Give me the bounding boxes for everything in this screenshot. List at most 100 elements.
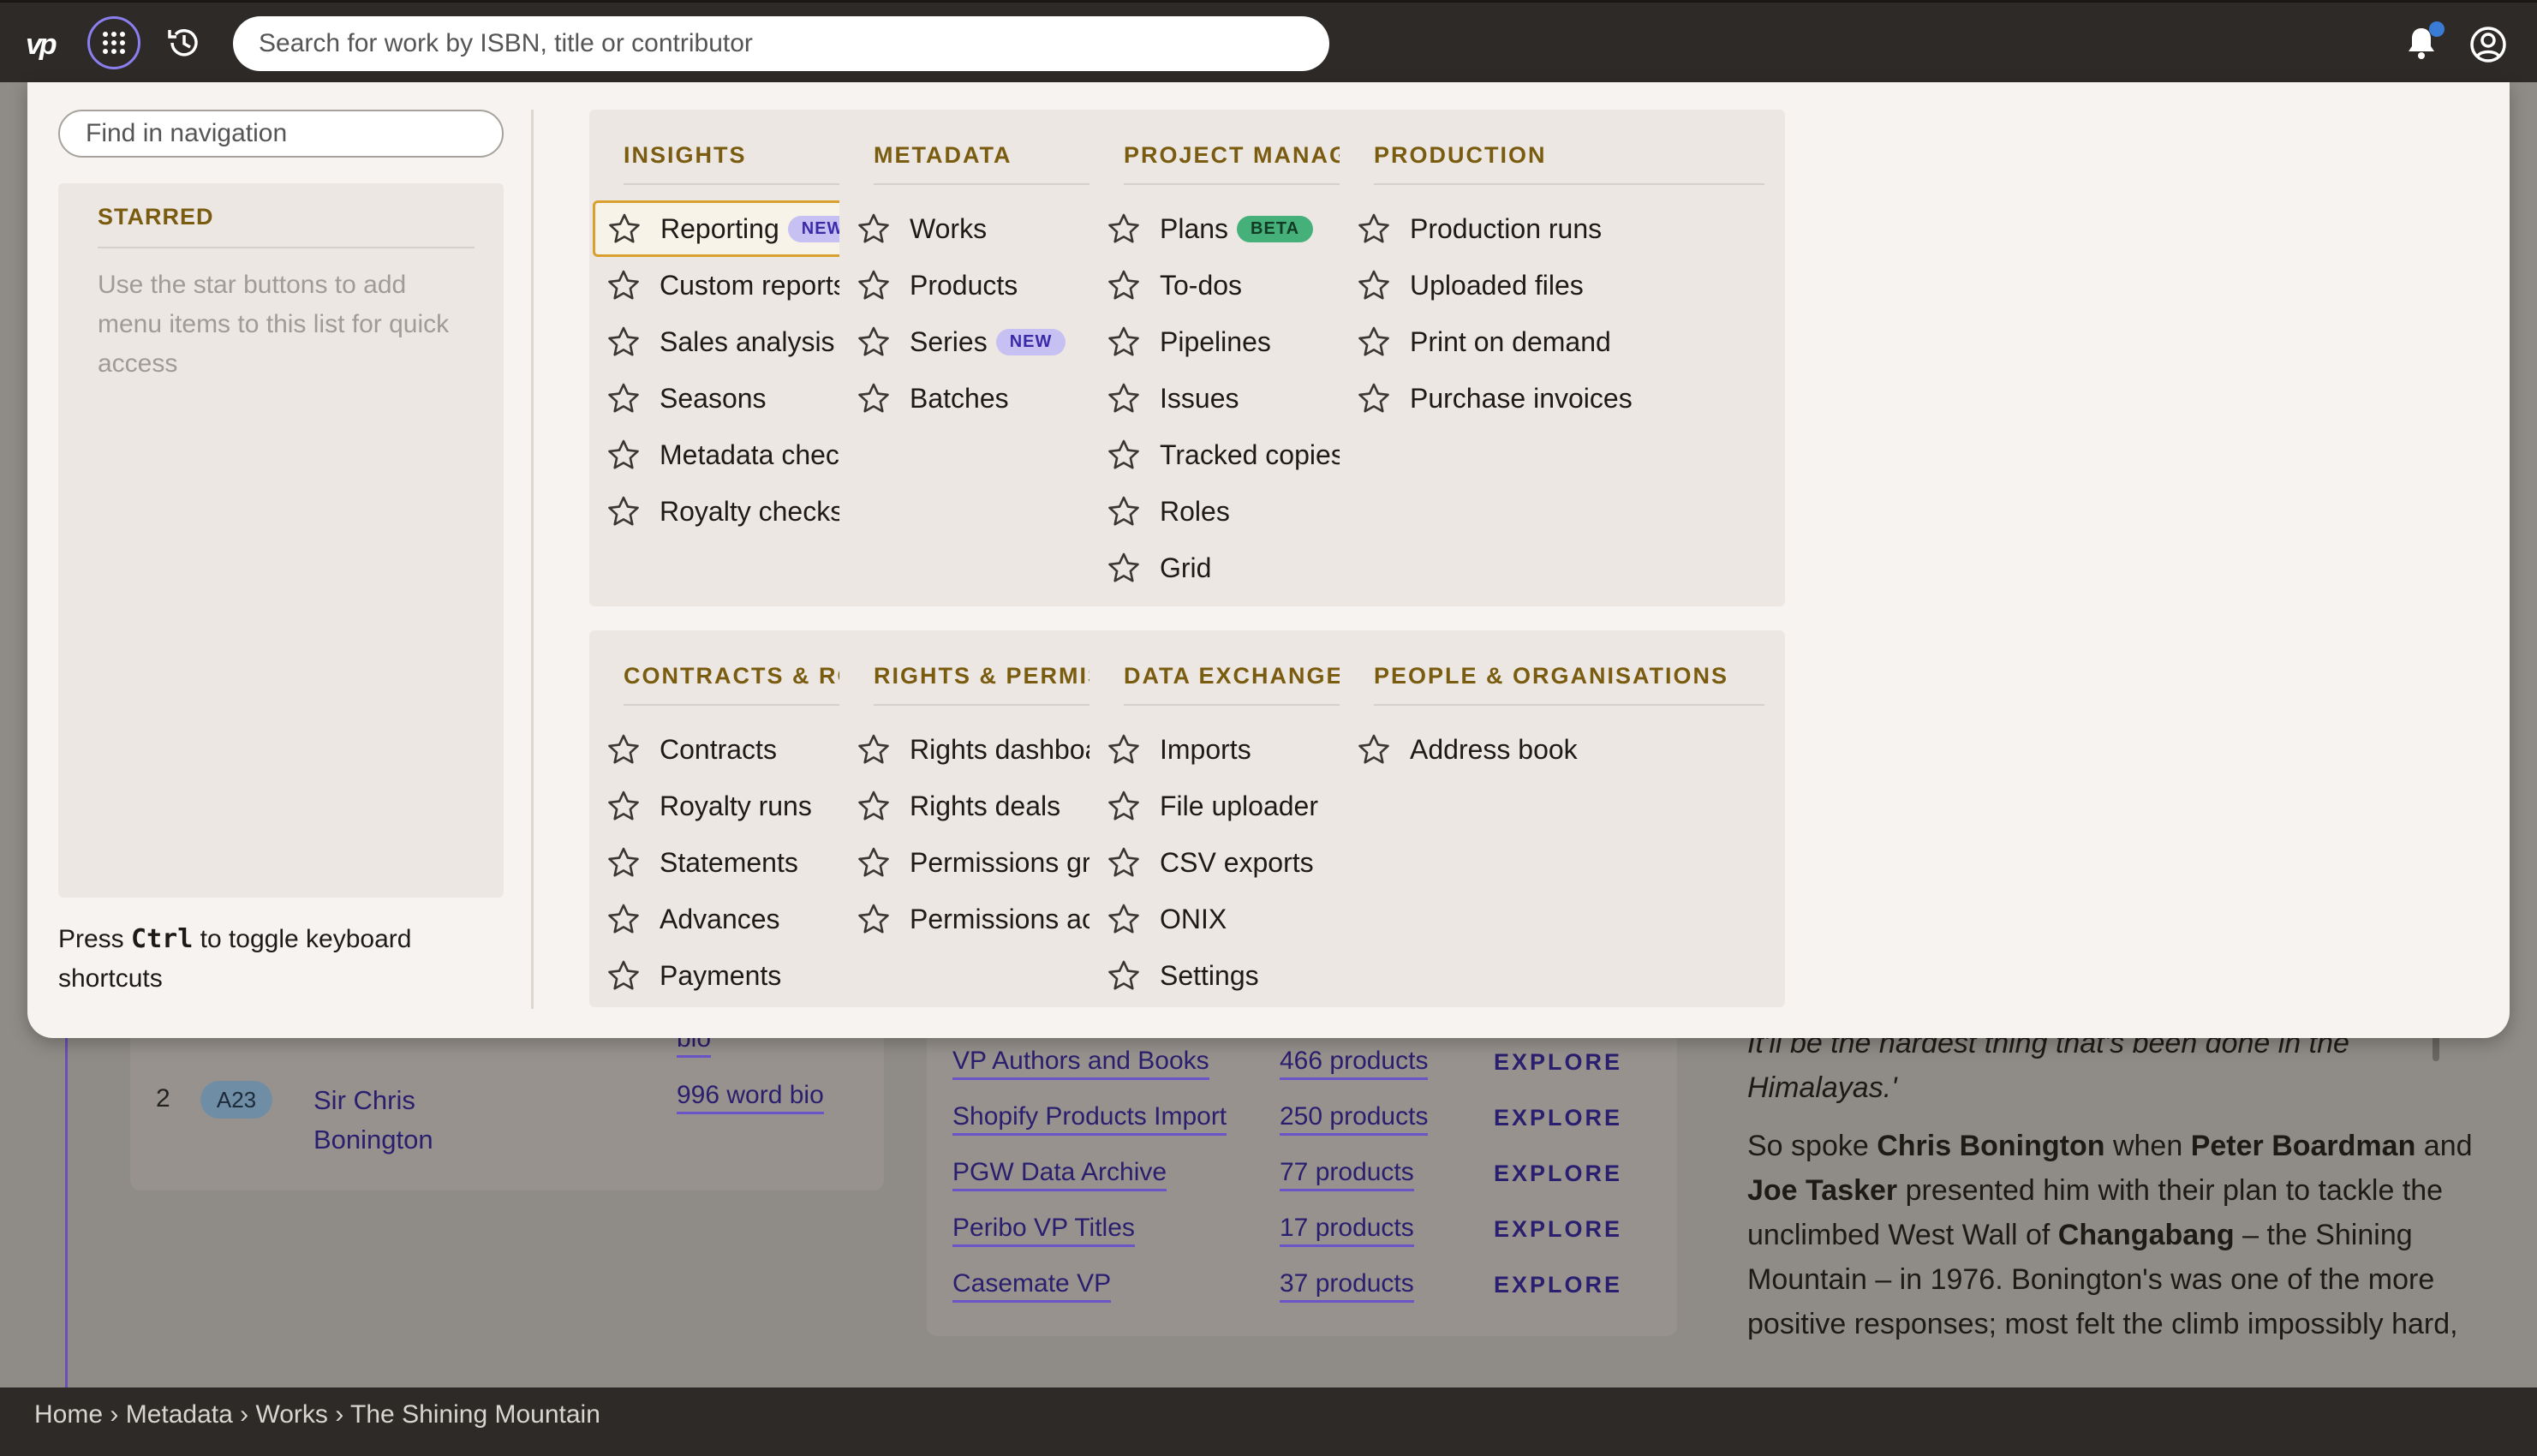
nav-item-label: Uploaded files xyxy=(1410,269,1584,301)
nav-item-label: Roles xyxy=(1160,495,1230,527)
section-heading: INSIGHTS xyxy=(624,142,747,168)
source-name-link[interactable]: Shopify Products Import xyxy=(952,1102,1227,1136)
nav-section-people-organisations: PEOPLE & ORGANISATIONS Address book xyxy=(1340,630,1785,1007)
star-icon[interactable] xyxy=(1357,212,1391,246)
nav-item-label: Reporting xyxy=(660,212,779,244)
star-icon[interactable] xyxy=(857,268,891,302)
breadcrumb-separator: › xyxy=(327,1400,351,1429)
star-icon[interactable] xyxy=(857,845,891,880)
nav-item-label: Custom reports xyxy=(660,269,847,301)
star-icon[interactable] xyxy=(606,845,641,880)
nav-item-label: Plans xyxy=(1160,212,1229,244)
star-icon[interactable] xyxy=(607,212,642,246)
star-icon[interactable] xyxy=(1107,732,1141,767)
star-icon[interactable] xyxy=(857,732,891,767)
source-name-link[interactable]: Casemate VP xyxy=(952,1269,1112,1303)
star-icon[interactable] xyxy=(857,381,891,415)
nav-item-label: Products xyxy=(910,269,1018,301)
star-icon[interactable] xyxy=(1107,438,1141,472)
history-icon[interactable] xyxy=(164,23,204,63)
breadcrumb-separator: › xyxy=(232,1400,256,1429)
section-heading: METADATA xyxy=(874,142,1012,168)
contributor-badge: A23 xyxy=(200,1081,272,1119)
star-icon[interactable] xyxy=(1107,958,1141,993)
star-icon[interactable] xyxy=(1107,212,1141,246)
star-icon[interactable] xyxy=(1107,494,1141,528)
star-icon[interactable] xyxy=(1107,789,1141,823)
nav-item-label: Rights deals xyxy=(910,790,1061,821)
product-count-link[interactable]: 17 products xyxy=(1280,1214,1414,1247)
nav-item-label: Sales analysis xyxy=(660,325,835,357)
nav-item-label: Address book xyxy=(1410,733,1578,765)
nav-item-uploaded-files[interactable]: Uploaded files xyxy=(1340,257,1785,313)
ctrl-key: Ctrl xyxy=(131,924,194,954)
find-in-navigation-input[interactable] xyxy=(58,110,504,158)
bio-link[interactable]: 996 word bio xyxy=(677,1081,824,1114)
breadcrumb-separator: › xyxy=(103,1400,126,1429)
star-icon[interactable] xyxy=(606,438,641,472)
nav-item-label: Settings xyxy=(1160,959,1259,991)
star-icon[interactable] xyxy=(1357,268,1391,302)
nav-item-label: Print on demand xyxy=(1410,325,1611,357)
product-count-link[interactable]: 250 products xyxy=(1280,1102,1429,1136)
star-icon[interactable] xyxy=(857,212,891,246)
explore-button[interactable]: EXPLORE xyxy=(1494,1216,1622,1243)
starred-empty-text: Use the star buttons to add menu items t… xyxy=(98,271,450,378)
star-icon[interactable] xyxy=(606,789,641,823)
explore-button[interactable]: EXPLORE xyxy=(1494,1049,1622,1076)
star-icon[interactable] xyxy=(606,902,641,936)
apps-grid-button[interactable] xyxy=(87,16,140,69)
star-icon[interactable] xyxy=(1107,325,1141,359)
nav-item-label: Series xyxy=(910,325,988,357)
nav-section-production: PRODUCTION Production runs Uploaded files P… xyxy=(1340,110,1785,606)
star-icon[interactable] xyxy=(1107,381,1141,415)
breadcrumb: Home › Metadata › Works › The Shining Mo… xyxy=(0,1387,2537,1456)
nav-item-purchase-invoices[interactable]: Purchase invoices xyxy=(1340,370,1785,427)
nav-item-print-on-demand[interactable]: Print on demand xyxy=(1340,313,1785,370)
star-icon[interactable] xyxy=(606,325,641,359)
star-icon[interactable] xyxy=(1107,551,1141,585)
nav-item-production-runs[interactable]: Production runs xyxy=(1340,200,1785,257)
product-count-link[interactable]: 77 products xyxy=(1280,1158,1414,1191)
nav-item-label: Purchase invoices xyxy=(1410,382,1633,414)
explore-button[interactable]: EXPLORE xyxy=(1494,1161,1622,1187)
star-icon[interactable] xyxy=(606,494,641,528)
star-icon[interactable] xyxy=(606,268,641,302)
nav-item-address-book[interactable]: Address book xyxy=(1340,721,1785,778)
search-input[interactable] xyxy=(233,16,1329,71)
star-icon[interactable] xyxy=(857,902,891,936)
breadcrumb-item[interactable]: Home xyxy=(34,1400,103,1429)
star-icon[interactable] xyxy=(857,789,891,823)
star-icon[interactable] xyxy=(1357,732,1391,767)
nav-item-label: File uploader xyxy=(1160,790,1318,821)
notification-dot xyxy=(2429,21,2444,37)
star-icon[interactable] xyxy=(857,325,891,359)
source-name-link[interactable]: Peribo VP Titles xyxy=(952,1214,1135,1247)
new-badge: NEW xyxy=(995,328,1066,355)
star-icon[interactable] xyxy=(1107,902,1141,936)
product-count-link[interactable]: 466 products xyxy=(1280,1047,1429,1080)
breadcrumb-item[interactable]: Works xyxy=(255,1400,327,1429)
navigation-panel: STARRED Use the star buttons to add menu… xyxy=(27,82,2510,1038)
explore-button[interactable]: EXPLORE xyxy=(1494,1105,1622,1131)
quote-line: Himalayas.' xyxy=(1747,1071,1897,1104)
star-icon[interactable] xyxy=(606,381,641,415)
source-name-link[interactable]: PGW Data Archive xyxy=(952,1158,1167,1191)
nav-item-label: Batches xyxy=(910,382,1009,414)
contributor-name-link[interactable]: Sir Chris Bonington xyxy=(313,1081,468,1160)
star-icon[interactable] xyxy=(606,958,641,993)
user-icon[interactable] xyxy=(2468,25,2508,64)
star-icon[interactable] xyxy=(606,732,641,767)
breadcrumb-item: The Shining Mountain xyxy=(350,1400,600,1429)
star-icon[interactable] xyxy=(1107,845,1141,880)
star-icon[interactable] xyxy=(1357,381,1391,415)
vp-logo[interactable]: vp xyxy=(26,28,57,62)
star-icon[interactable] xyxy=(1357,325,1391,359)
breadcrumb-item[interactable]: Metadata xyxy=(126,1400,233,1429)
source-name-link[interactable]: VP Authors and Books xyxy=(952,1047,1209,1080)
explore-button[interactable]: EXPLORE xyxy=(1494,1272,1622,1298)
star-icon[interactable] xyxy=(1107,268,1141,302)
nav-item-label: Tracked copies xyxy=(1160,439,1345,470)
starred-heading: STARRED xyxy=(98,204,214,230)
product-count-link[interactable]: 37 products xyxy=(1280,1269,1414,1303)
